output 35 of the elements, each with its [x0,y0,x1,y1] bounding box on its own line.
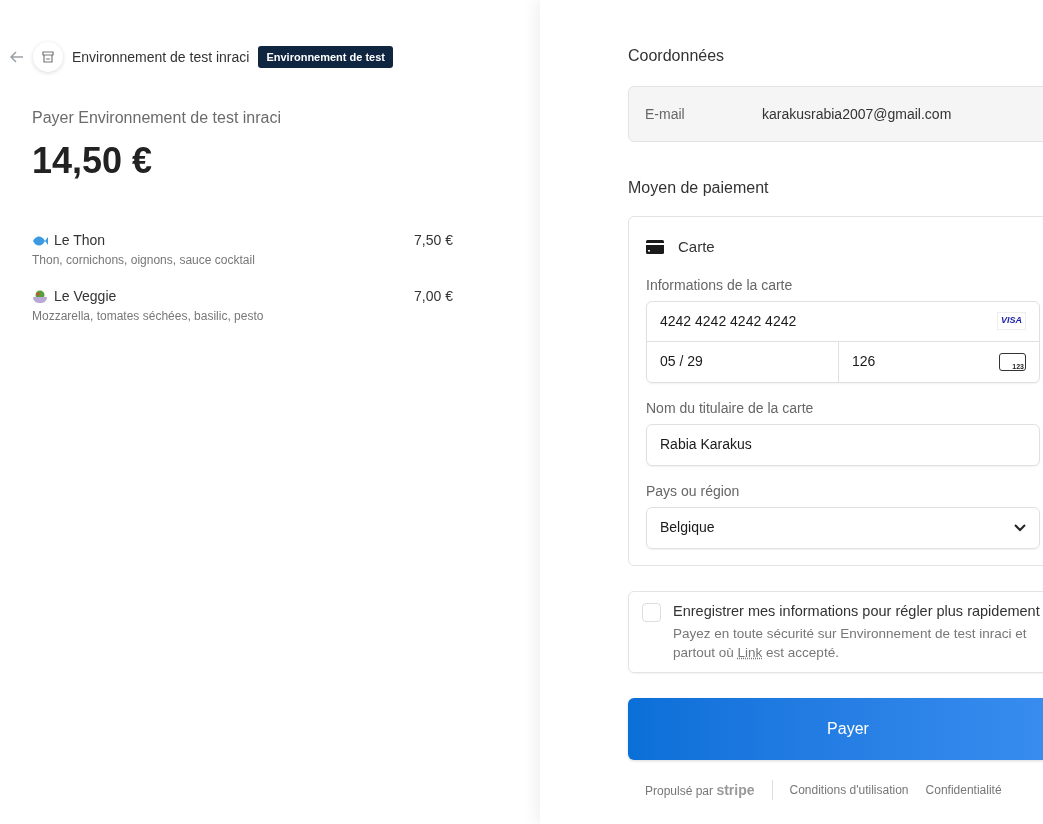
total-amount: 14,50 € [32,139,154,183]
country-select[interactable]: Belgique [646,506,1040,549]
link-link[interactable]: Link [737,644,763,660]
test-mode-badge: Environnement de test [258,45,393,69]
item-name: Le Veggie [54,287,117,306]
email-field[interactable]: E-mail karakusrabia2007@gmail.com [628,86,1043,142]
chevron-down-icon [1014,523,1026,532]
section-heading: Coordonnées [628,46,726,66]
section-heading: Moyen de paiement [628,178,770,198]
save-info-label: Enregistrer mes informations pour régler plus rapidement [673,601,1041,621]
card-number-field[interactable]: 4242 4242 4242 4242 VISA [647,301,1039,342]
back-arrow-icon[interactable] [10,51,24,63]
credit-card-icon [646,240,664,255]
payment-method-label: Carte [678,237,715,257]
cardholder-name-field[interactable]: Rabia Karakus [646,423,1040,466]
summary-title: Payer Environnement de test inraci [32,108,282,128]
item-price: 7,00 € [414,287,453,306]
item-description: Mozzarella, tomates séchées, basilic, pesto [32,308,264,325]
save-info-note: Payez en toute sécurité sur Environnement de test inraci et partout où Link est accepté. [673,624,1028,662]
field-label: Pays ou région [646,481,741,501]
merchant-name: Environnement de test inraci [72,47,250,67]
item-name: Le Thon [54,231,106,250]
item-price: 7,50 € [414,231,453,250]
powered-by-text: Propulsé par stripe [645,780,755,800]
item-description: Thon, cornichons, oignons, sauce cocktail [32,252,255,269]
store-icon [33,42,63,72]
pay-button[interactable]: Payer [628,697,1043,760]
footer-link[interactable]: Confidentialité [925,781,1002,799]
save-info-checkbox[interactable] [642,602,661,622]
expiry-field[interactable]: 05 / 29 [647,341,839,382]
visa-logo-icon: VISA [997,312,1026,330]
salad-bowl-icon [32,289,48,304]
field-label: Informations de la carte [646,275,794,295]
field-label: Nom du titulaire de la carte [646,398,815,418]
footer-link[interactable]: Conditions d'utilisation [789,781,909,799]
